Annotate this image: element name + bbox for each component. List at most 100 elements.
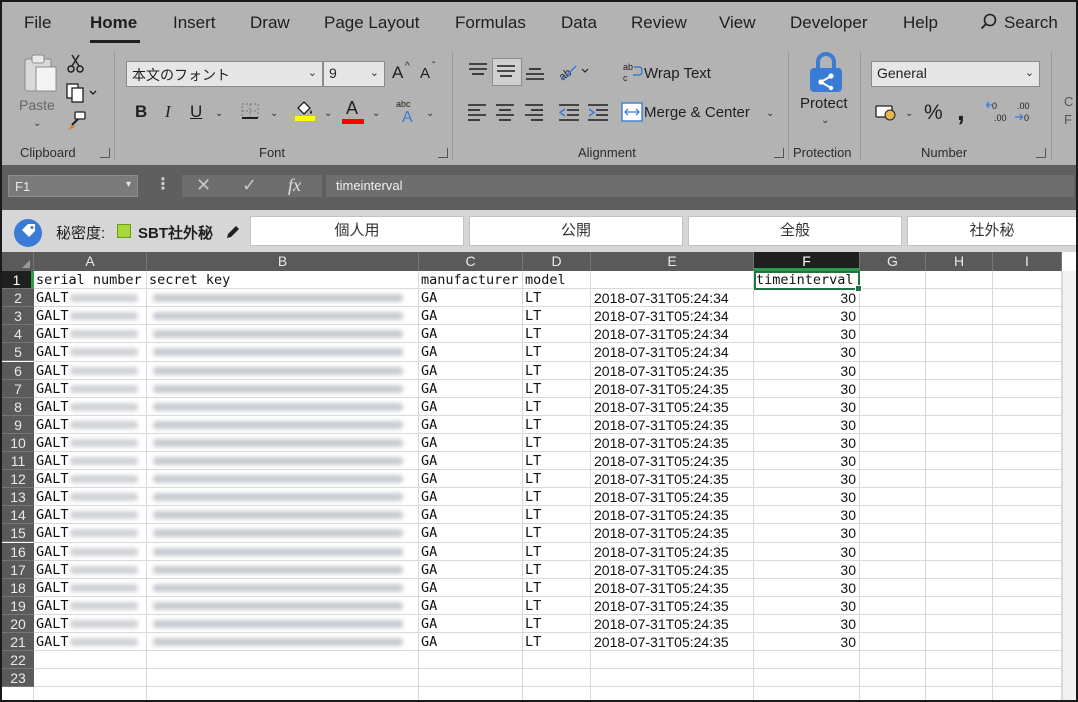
font-name-select[interactable]: 本文のフォント ⌄ [126, 61, 323, 87]
cell-e17[interactable]: 2018-07-31T05:24:35 [594, 561, 752, 579]
column-header-f[interactable]: F [754, 252, 860, 271]
protect-label[interactable]: Protect [800, 95, 848, 112]
wrap-text-label[interactable]: Wrap Text [644, 65, 711, 82]
phonetic-guide-button[interactable]: abc A [396, 98, 420, 129]
sensitivity-option-public[interactable]: 公開 [469, 216, 683, 246]
cell-e8[interactable]: 2018-07-31T05:24:35 [594, 398, 752, 416]
row-header-15[interactable]: 15 [2, 524, 34, 543]
merge-dropdown-icon[interactable]: ⌄ [766, 108, 774, 119]
borders-button[interactable] [240, 102, 262, 127]
conditional-format-button-partial[interactable]: CF [1060, 90, 1076, 130]
cell-d11[interactable]: LT [525, 452, 589, 470]
decrease-decimal-button[interactable]: .00 0 [1014, 100, 1038, 129]
row-header-18[interactable]: 18 [2, 578, 34, 597]
row-header-4[interactable]: 4 [2, 325, 34, 344]
cell-e7[interactable]: 2018-07-31T05:24:35 [594, 380, 752, 398]
cell-e15[interactable]: 2018-07-31T05:24:35 [594, 524, 752, 542]
cell-d20[interactable]: LT [525, 615, 589, 633]
row-header-3[interactable]: 3 [2, 307, 34, 326]
tab-file[interactable]: File [24, 13, 51, 33]
wrap-text-button[interactable]: ab c [622, 61, 644, 88]
cell-d17[interactable]: LT [525, 561, 589, 579]
cut-button[interactable] [66, 54, 86, 79]
cell-d10[interactable]: LT [525, 434, 589, 452]
cell-f16[interactable]: 30 [756, 543, 856, 561]
cell-f21[interactable]: 30 [756, 633, 856, 651]
paste-button[interactable] [22, 53, 58, 98]
cell-e19[interactable]: 2018-07-31T05:24:35 [594, 597, 752, 615]
column-header-a[interactable]: A [34, 252, 147, 271]
fill-color-dropdown-icon[interactable]: ⌄ [324, 108, 332, 119]
cell-c5[interactable]: GA [421, 343, 521, 361]
accounting-format-button[interactable] [875, 103, 899, 126]
cell-f3[interactable]: 30 [756, 307, 856, 325]
cell-d1[interactable]: model [525, 271, 589, 289]
cell-f11[interactable]: 30 [756, 452, 856, 470]
cell-a1[interactable]: serial number [36, 271, 145, 289]
cell-c4[interactable]: GA [421, 325, 521, 343]
cell-c3[interactable]: GA [421, 307, 521, 325]
insert-function-button[interactable]: fx [288, 175, 301, 196]
cell-d12[interactable]: LT [525, 470, 589, 488]
sensitivity-option-confidential[interactable]: 社外秘 [907, 216, 1076, 246]
cell-e18[interactable]: 2018-07-31T05:24:35 [594, 579, 752, 597]
cell-e20[interactable]: 2018-07-31T05:24:35 [594, 615, 752, 633]
merge-center-button[interactable] [621, 102, 643, 127]
accounting-dropdown-icon[interactable]: ⌄ [905, 108, 913, 119]
cell-f5[interactable]: 30 [756, 343, 856, 361]
select-all-button[interactable] [2, 252, 34, 271]
cell-d6[interactable]: LT [525, 362, 589, 380]
cell-c8[interactable]: GA [421, 398, 521, 416]
cell-e6[interactable]: 2018-07-31T05:24:35 [594, 362, 752, 380]
cell-f17[interactable]: 30 [756, 561, 856, 579]
tab-data[interactable]: Data [561, 13, 597, 33]
cell-e10[interactable]: 2018-07-31T05:24:35 [594, 434, 752, 452]
row-header-19[interactable]: 19 [2, 596, 34, 615]
cell-e5[interactable]: 2018-07-31T05:24:34 [594, 343, 752, 361]
row-header-22[interactable]: 22 [2, 651, 34, 670]
name-box[interactable]: F1 ▾ [8, 175, 138, 197]
cell-e21[interactable]: 2018-07-31T05:24:35 [594, 633, 752, 651]
row-header-11[interactable]: 11 [2, 452, 34, 470]
font-size-select[interactable]: 9 ⌄ [323, 61, 385, 87]
paste-dropdown-icon[interactable]: ⌄ [33, 118, 41, 129]
shrink-font-button[interactable]: A [420, 65, 430, 82]
cell-c21[interactable]: GA [421, 633, 521, 651]
more-options-icon[interactable]: ⋮ [155, 174, 171, 194]
cell-f2[interactable]: 30 [756, 289, 856, 307]
number-launcher-icon[interactable] [1036, 148, 1046, 158]
cell-d7[interactable]: LT [525, 380, 589, 398]
cell-c1[interactable]: manufacturer [421, 271, 521, 289]
row-header-17[interactable]: 17 [2, 560, 34, 579]
cell-e2[interactable]: 2018-07-31T05:24:34 [594, 289, 752, 307]
row-header-12[interactable]: 12 [2, 470, 34, 489]
merge-center-label[interactable]: Merge & Center [644, 104, 750, 121]
font-color-dropdown-icon[interactable]: ⌄ [372, 108, 380, 119]
cell-e13[interactable]: 2018-07-31T05:24:35 [594, 488, 752, 506]
fill-color-button[interactable] [294, 100, 316, 127]
copy-button[interactable] [65, 83, 97, 108]
underline-dropdown-icon[interactable]: ⌄ [215, 108, 223, 119]
row-header-14[interactable]: 14 [2, 506, 34, 525]
tab-insert[interactable]: Insert [173, 13, 216, 33]
column-header-d[interactable]: D [523, 252, 591, 271]
cell-d18[interactable]: LT [525, 579, 589, 597]
row-header-13[interactable]: 13 [2, 488, 34, 507]
format-painter-button[interactable] [66, 110, 88, 137]
protect-dropdown-icon[interactable]: ⌄ [821, 115, 829, 126]
column-header-b[interactable]: B [147, 252, 419, 271]
row-header-8[interactable]: 8 [2, 397, 34, 416]
cell-c9[interactable]: GA [421, 416, 521, 434]
cell-f20[interactable]: 30 [756, 615, 856, 633]
cell-d5[interactable]: LT [525, 343, 589, 361]
phonetic-dropdown-icon[interactable]: ⌄ [426, 108, 434, 119]
align-center-button[interactable] [495, 103, 515, 126]
cell-e14[interactable]: 2018-07-31T05:24:35 [594, 506, 752, 524]
row-header-20[interactable]: 20 [2, 614, 34, 633]
cell-c10[interactable]: GA [421, 434, 521, 452]
row-header-6[interactable]: 6 [2, 361, 34, 380]
align-left-button[interactable] [467, 103, 487, 126]
bottom-align-button[interactable] [524, 61, 546, 88]
comma-style-button[interactable]: , [957, 95, 965, 127]
search-box[interactable]: Search [980, 13, 1058, 33]
